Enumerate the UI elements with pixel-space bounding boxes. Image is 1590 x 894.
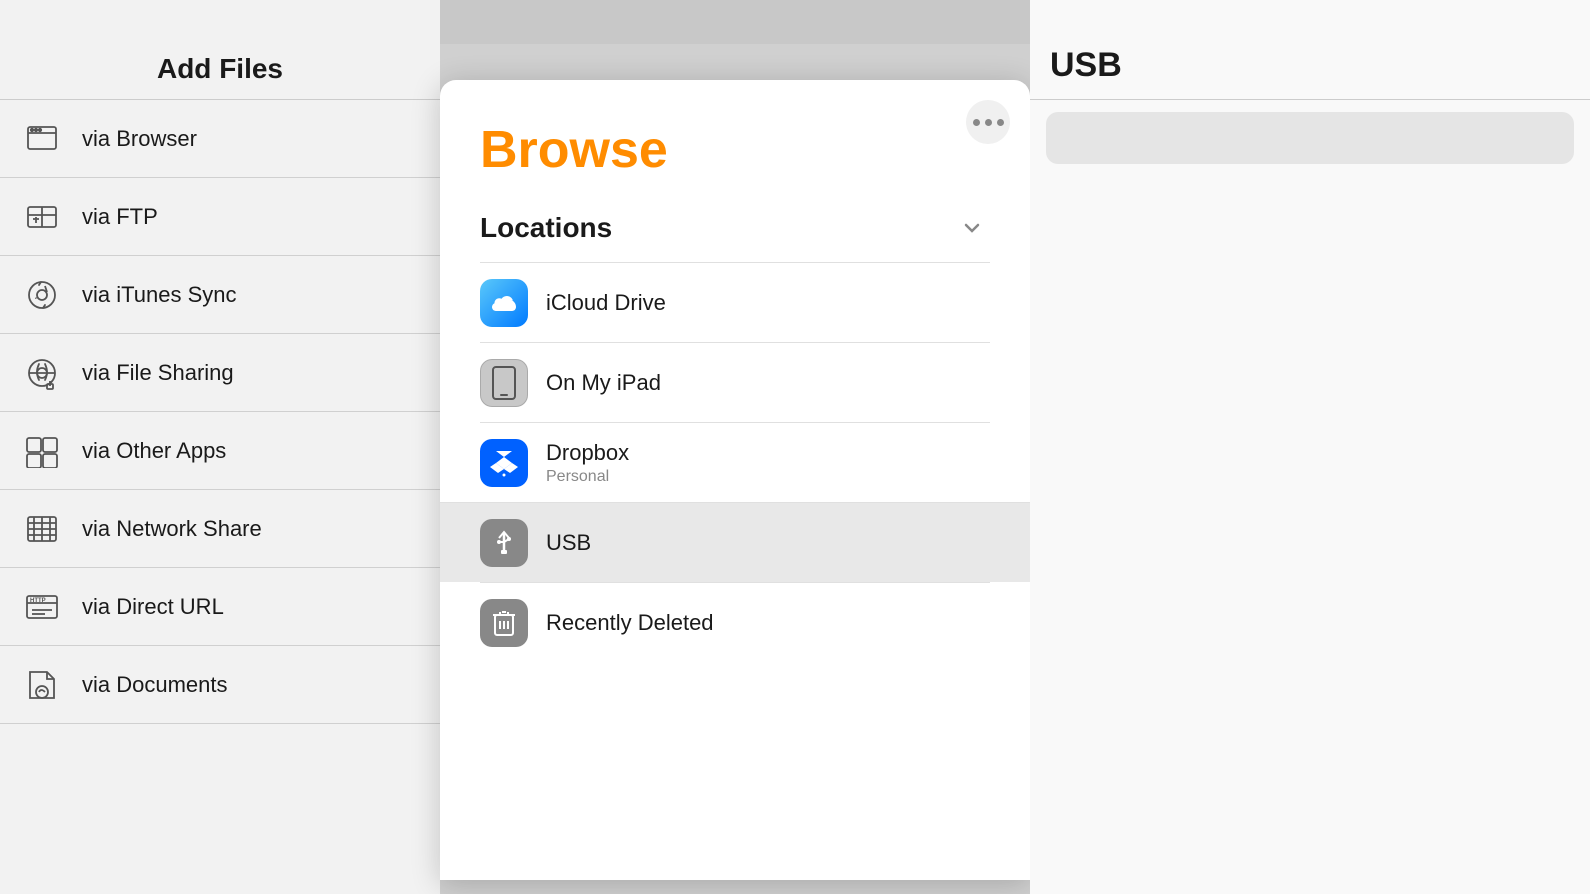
- networkshare-icon: [20, 507, 64, 551]
- right-panel-header: USB: [1030, 0, 1590, 100]
- location-item-ipad[interactable]: On My iPad: [480, 342, 990, 422]
- locations-chevron-button[interactable]: [954, 210, 990, 246]
- ipad-icon: [480, 359, 528, 407]
- location-item-deleted[interactable]: Recently Deleted: [480, 582, 990, 662]
- menu-item-browser[interactable]: via Browser: [0, 100, 440, 178]
- location-item-usb[interactable]: USB: [440, 502, 1030, 582]
- icloud-info: iCloud Drive: [546, 290, 990, 316]
- icloud-icon: [480, 279, 528, 327]
- menu-item-filesharing[interactable]: via File Sharing: [0, 334, 440, 412]
- left-panel-header: Add Files: [0, 0, 440, 100]
- menu-item-itunes-label: via iTunes Sync: [82, 282, 236, 308]
- menu-item-itunes[interactable]: ♩ via iTunes Sync: [0, 256, 440, 334]
- right-panel: USB: [1030, 0, 1590, 894]
- ipad-info: On My iPad: [546, 370, 990, 396]
- svg-text:HTTP: HTTP: [30, 598, 46, 604]
- location-item-icloud[interactable]: iCloud Drive: [480, 262, 990, 342]
- menu-item-directurl-label: via Direct URL: [82, 594, 224, 620]
- menu-item-networkshare-label: via Network Share: [82, 516, 262, 542]
- itunes-icon: ♩: [20, 273, 64, 317]
- browse-title: Browse: [480, 120, 990, 180]
- deleted-info: Recently Deleted: [546, 610, 990, 636]
- usb-name: USB: [546, 530, 990, 556]
- browse-modal: Browse Locations iCloud Drive: [440, 80, 1030, 880]
- menu-item-directurl[interactable]: HTTP via Direct URL: [0, 568, 440, 646]
- filesharing-icon: [20, 351, 64, 395]
- location-item-dropbox[interactable]: Dropbox Personal: [480, 422, 990, 502]
- menu-item-browser-label: via Browser: [82, 126, 197, 152]
- ipad-name: On My iPad: [546, 370, 990, 396]
- dropbox-icon: [480, 439, 528, 487]
- add-files-title: Add Files: [20, 53, 420, 85]
- documents-icon: [20, 663, 64, 707]
- menu-item-filesharing-label: via File Sharing: [82, 360, 234, 386]
- menu-item-otherapps-label: via Other Apps: [82, 438, 226, 464]
- menu-item-documents[interactable]: via Documents: [0, 646, 440, 724]
- browse-modal-content: Browse Locations iCloud Drive: [440, 80, 1030, 880]
- menu-item-networkshare[interactable]: via Network Share: [0, 490, 440, 568]
- menu-item-documents-label: via Documents: [82, 672, 228, 698]
- dropbox-name: Dropbox: [546, 440, 990, 466]
- left-panel: Add Files via Browser via FTP: [0, 0, 440, 894]
- browse-more-button[interactable]: [966, 100, 1010, 144]
- usb-icon: [480, 519, 528, 567]
- menu-item-ftp[interactable]: via FTP: [0, 178, 440, 256]
- locations-header: Locations: [480, 210, 990, 262]
- icloud-name: iCloud Drive: [546, 290, 990, 316]
- ftp-icon: [20, 195, 64, 239]
- usb-info: USB: [546, 530, 990, 556]
- three-dots-icon: [973, 119, 1004, 126]
- right-panel-title: USB: [1050, 46, 1122, 85]
- right-panel-search-bar[interactable]: [1046, 112, 1574, 164]
- locations-title: Locations: [480, 212, 612, 244]
- dropbox-sub: Personal: [546, 468, 990, 486]
- deleted-icon: [480, 599, 528, 647]
- menu-item-ftp-label: via FTP: [82, 204, 158, 230]
- browser-icon: [20, 117, 64, 161]
- menu-item-otherapps[interactable]: via Other Apps: [0, 412, 440, 490]
- directurl-icon: HTTP: [20, 585, 64, 629]
- dropbox-info: Dropbox Personal: [546, 440, 990, 486]
- otherapps-icon: [20, 429, 64, 473]
- svg-text:♩: ♩: [34, 291, 44, 302]
- deleted-name: Recently Deleted: [546, 610, 990, 636]
